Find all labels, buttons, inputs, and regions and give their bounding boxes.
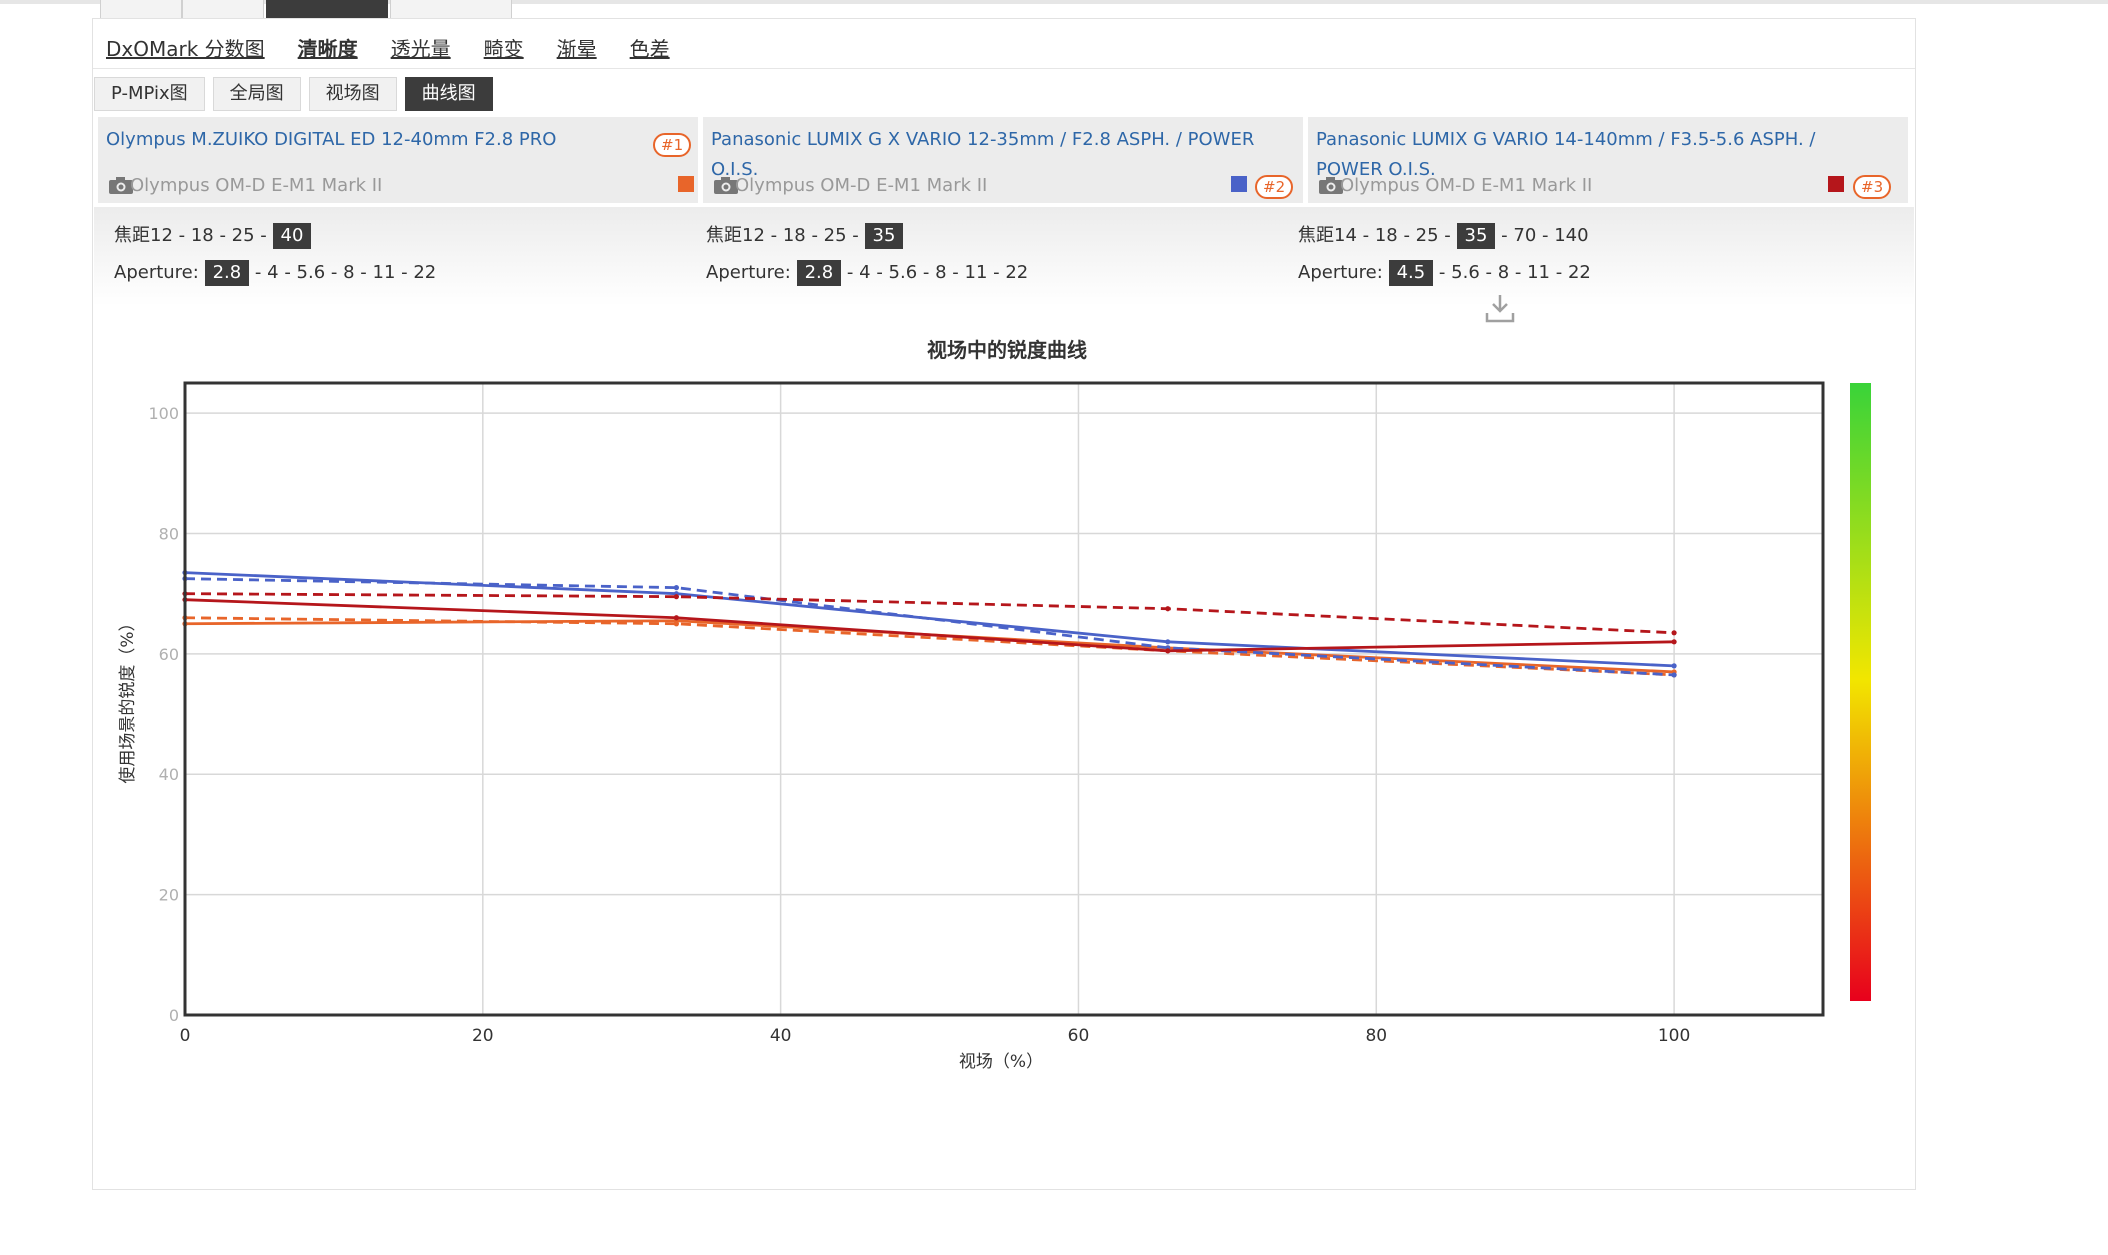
focal-selector-3: 焦距14 - 18 - 25 - 35 - 70 - 140: [1298, 221, 1589, 249]
series-point: [1671, 630, 1677, 636]
focal-options[interactable]: 14 - 18 - 25 -: [1334, 225, 1457, 246]
camera-name: Olympus OM-D E-M1 Mark II: [735, 175, 988, 196]
x-tick-label: 40: [770, 1026, 792, 1046]
focal-selected-chip[interactable]: 35: [864, 223, 904, 249]
rank-badge: #1: [653, 133, 692, 157]
y-tick-label: 40: [159, 765, 179, 784]
x-tick-label: 0: [180, 1026, 191, 1046]
plot-frame: [183, 381, 1825, 1017]
series-point: [673, 621, 680, 627]
aperture-label: Aperture:: [114, 262, 199, 283]
lens-card-2: Panasonic LUMIX G X VARIO 12-35mm / F2.8…: [703, 117, 1303, 203]
top-tab-stub[interactable]: [100, 0, 182, 19]
aperture-selector-1: Aperture: 2.8 - 4 - 5.6 - 8 - 11 - 22: [114, 260, 436, 286]
y-axis-label: 使用场景的锐度（%）: [117, 614, 138, 783]
nav-chromatic-aberration[interactable]: 色差: [630, 29, 670, 69]
series-color-swatch: [1231, 176, 1247, 192]
x-axis-label: 视场（%）: [959, 1052, 1043, 1072]
sharpness-curve-chart: 视场中的锐度曲线 0 20 40 60 80 100020406080100 视场（%） …: [117, 338, 1871, 1072]
chart-title: 视场中的锐度曲线: [927, 338, 1087, 362]
series-point: [673, 594, 680, 600]
focal-selector-1: 焦距12 - 18 - 25 - 40: [114, 221, 312, 249]
series-point: [673, 615, 680, 621]
y-tick-label: 20: [159, 886, 179, 905]
aperture-options[interactable]: - 4 - 5.6 - 8 - 11 - 22: [249, 262, 436, 283]
top-tab-stub[interactable]: [390, 0, 512, 19]
x-tick-label: 60: [1068, 1026, 1090, 1046]
aperture-selector-3: Aperture: 4.5 - 5.6 - 8 - 11 - 22: [1298, 260, 1591, 286]
subtab-pmpix[interactable]: P-MPix图: [94, 77, 205, 111]
focal-selected-chip[interactable]: 35: [1456, 223, 1496, 249]
rank-badge: #3: [1853, 175, 1892, 199]
series-line: [184, 598, 1675, 653]
y-tick-label: 0: [169, 1006, 179, 1025]
series-point: [1671, 639, 1677, 645]
nav-sharpness[interactable]: 清晰度: [298, 29, 358, 69]
focal-label: 焦距: [1298, 225, 1334, 246]
aperture-label: Aperture:: [1298, 262, 1383, 283]
nav-vignetting[interactable]: 渐晕: [557, 29, 597, 69]
aperture-selector-2: Aperture: 2.8 - 4 - 5.6 - 8 - 11 - 22: [706, 260, 1028, 286]
chart-subtabs: P-MPix图 全局图 视场图 曲线图: [94, 77, 501, 111]
y-tick-label: 60: [159, 645, 179, 664]
focal-options[interactable]: - 70 - 140: [1495, 225, 1588, 246]
lens-compare-panel: DxOMark 分数图 清晰度 透光量 畸变 渐晕 色差 P-MPix图 全局图…: [92, 18, 1916, 1190]
lens-card-3: Panasonic LUMIX G VARIO 14-140mm / F3.5-…: [1308, 117, 1908, 203]
nav-transmission[interactable]: 透光量: [391, 29, 451, 69]
camera-name: Olympus OM-D E-M1 Mark II: [1340, 175, 1593, 196]
nav-divider: [93, 68, 1915, 69]
lens-card-1: Olympus M.ZUIKO DIGITAL ED 12-40mm F2.8 …: [98, 117, 698, 203]
nav-distortion[interactable]: 畸变: [484, 29, 524, 69]
nav-dxomark-score[interactable]: DxOMark 分数图: [106, 29, 265, 69]
subtab-field[interactable]: 视场图: [308, 77, 397, 111]
top-tab-stub-active[interactable]: [266, 0, 388, 19]
series-color-swatch: [1828, 176, 1844, 192]
x-tick-label: 20: [472, 1026, 494, 1046]
top-tab-stub[interactable]: [182, 0, 264, 19]
focal-options[interactable]: 12 - 18 - 25 -: [150, 225, 273, 246]
series-point: [1671, 672, 1677, 678]
subtab-global[interactable]: 全局图: [212, 77, 301, 111]
metric-nav: DxOMark 分数图 清晰度 透光量 畸变 渐晕 色差: [106, 29, 703, 69]
sharpness-color-scale: [1850, 383, 1871, 1001]
rank-badge: #2: [1255, 175, 1294, 199]
focal-label: 焦距: [706, 225, 742, 246]
aperture-label: Aperture:: [706, 262, 791, 283]
aperture-selected-chip[interactable]: 2.8: [204, 260, 250, 286]
series-point: [1671, 663, 1677, 669]
focal-label: 焦距: [114, 225, 150, 246]
lens-settings-band: 焦距12 - 18 - 25 - 40 Aperture: 2.8 - 4 - …: [94, 207, 1914, 317]
x-tick-label: 80: [1365, 1026, 1387, 1046]
aperture-selected-chip[interactable]: 4.5: [1388, 260, 1434, 286]
series-line: [184, 571, 1675, 668]
y-tick-label: 100: [148, 404, 179, 423]
subtab-curve[interactable]: 曲线图: [404, 77, 493, 111]
series-line: [184, 592, 1675, 635]
series-point: [1165, 639, 1171, 645]
focal-selector-2: 焦距12 - 18 - 25 - 35: [706, 221, 904, 249]
series-point: [1165, 648, 1171, 654]
aperture-selected-chip[interactable]: 2.8: [796, 260, 842, 286]
series-point: [673, 585, 680, 591]
focal-options[interactable]: 12 - 18 - 25 -: [742, 225, 865, 246]
camera-name: Olympus OM-D E-M1 Mark II: [130, 175, 383, 196]
aperture-options[interactable]: - 5.6 - 8 - 11 - 22: [1433, 262, 1591, 283]
series-color-swatch: [678, 176, 694, 192]
x-tick-label: 100: [1658, 1026, 1690, 1046]
series-point: [1165, 606, 1171, 612]
focal-selected-chip[interactable]: 40: [272, 223, 312, 249]
y-tick-label: 80: [159, 524, 179, 543]
lens-name-link[interactable]: Olympus M.ZUIKO DIGITAL ED 12-40mm F2.8 …: [106, 125, 666, 155]
aperture-options[interactable]: - 4 - 5.6 - 8 - 11 - 22: [841, 262, 1028, 283]
